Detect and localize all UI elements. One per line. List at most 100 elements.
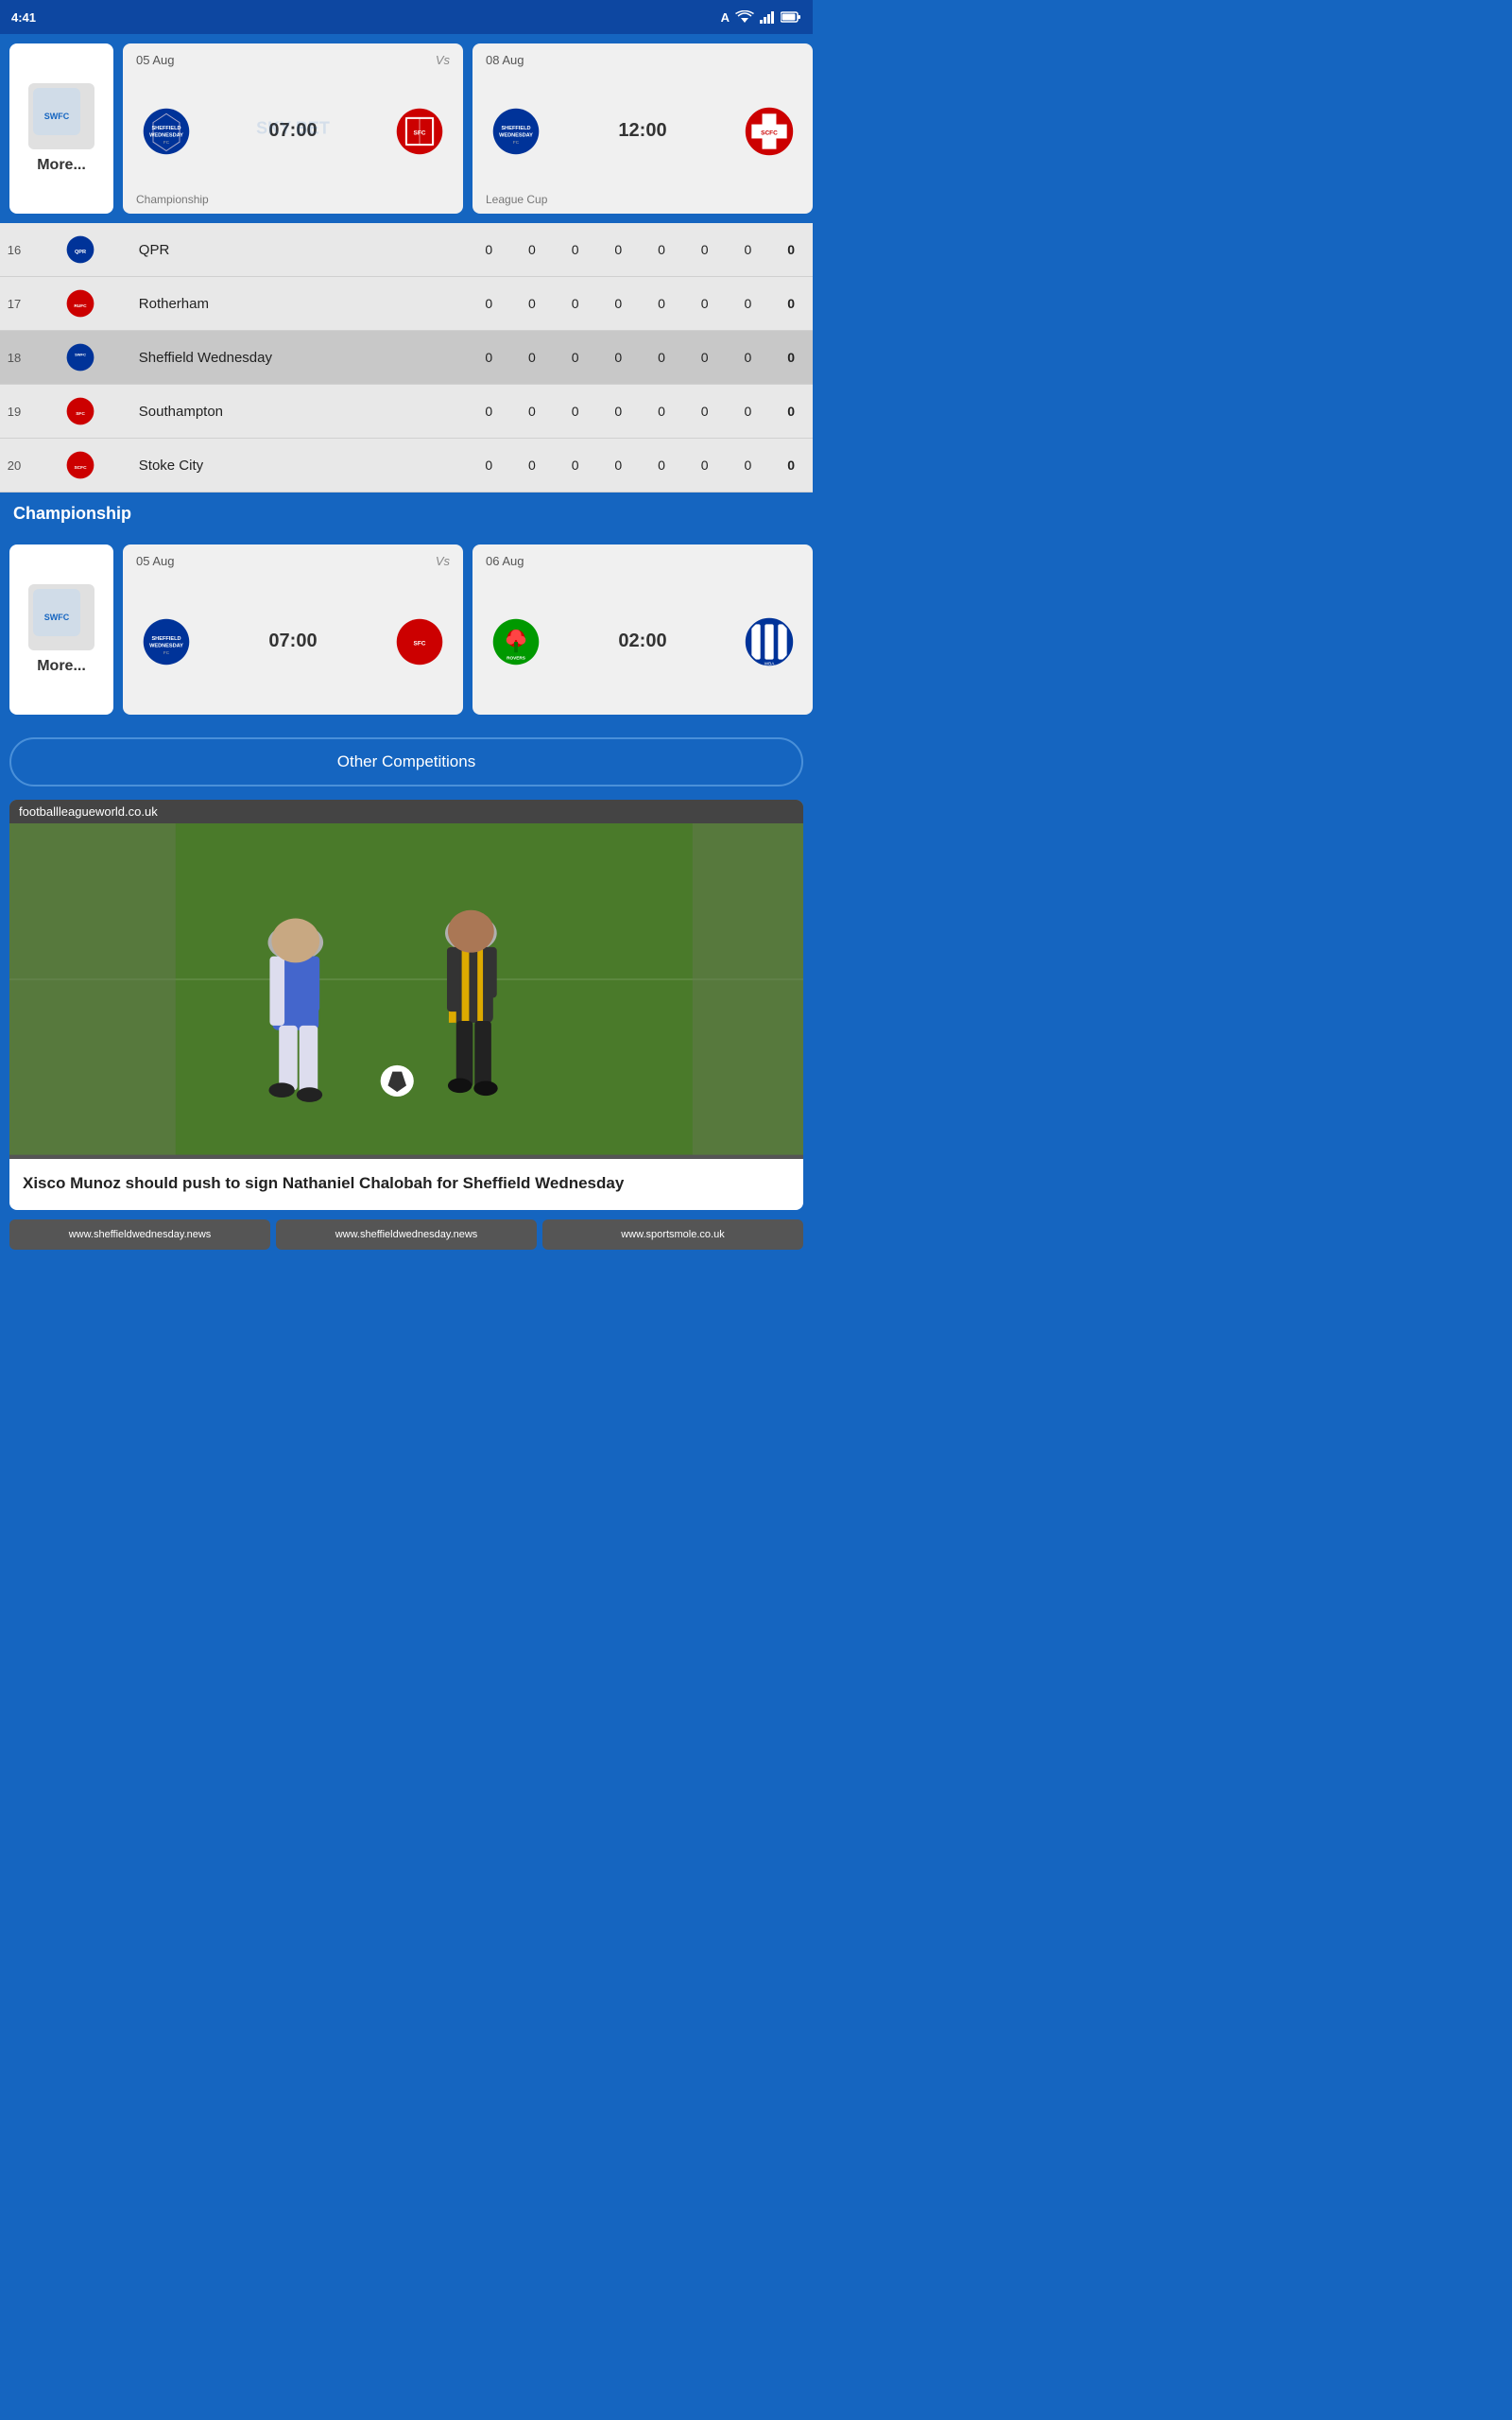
row-col7: 0	[727, 277, 770, 331]
row-col2: 0	[510, 223, 554, 277]
row-points: 0	[769, 277, 813, 331]
row-points: 0	[769, 439, 813, 493]
row-col1: 0	[467, 385, 510, 439]
southampton-badge: SFC	[389, 101, 450, 162]
row-points: 0	[769, 331, 813, 385]
champ-match-1-vs: Vs	[436, 554, 450, 568]
svg-text:FC: FC	[163, 140, 170, 145]
row-col1: 0	[467, 439, 510, 493]
match-1-time: 07:00	[268, 120, 317, 142]
a-icon: A	[721, 10, 730, 25]
bottom-link-1[interactable]: www.sheffieldwednesday.news	[9, 1219, 270, 1250]
sheffield-wednesday-badge-2: SHEFFIELD WEDNESDAY FC	[486, 101, 546, 162]
row-col2: 0	[510, 385, 554, 439]
row-col5: 0	[640, 277, 683, 331]
row-col6: 0	[683, 439, 727, 493]
table-row[interactable]: 18 SWFC Sheffield Wednesday 0 0 0 0 0 0 …	[0, 331, 813, 385]
row-col3: 0	[554, 385, 597, 439]
champ-match-2-date: 06 Aug	[486, 554, 524, 568]
row-rank: 17	[0, 277, 28, 331]
bottom-link-1-url: www.sheffieldwednesday.news	[69, 1229, 212, 1240]
champ-match-card-1[interactable]: 05 Aug Vs SHEFFIELD WEDNESDAY FC 07:00 S…	[123, 544, 463, 715]
svg-text:ROVERS: ROVERS	[507, 655, 525, 660]
news-source-bar: footballleagueworld.co.uk	[9, 800, 803, 823]
row-points: 0	[769, 223, 813, 277]
other-competitions-button[interactable]: Other Competitions	[9, 737, 803, 786]
row-col6: 0	[683, 331, 727, 385]
bottom-link-2[interactable]: www.sheffieldwednesday.news	[276, 1219, 537, 1250]
svg-text:FC: FC	[513, 140, 520, 145]
status-bar: 4:41 A	[0, 0, 813, 34]
row-col3: 0	[554, 439, 597, 493]
row-rank: 19	[0, 385, 28, 439]
match-card-1[interactable]: 05 Aug Vs SKY BET SHEFFIELD WEDNESDAY FC…	[123, 43, 463, 214]
row-col4: 0	[596, 385, 640, 439]
row-team-name: QPR	[133, 223, 468, 277]
match-card-2[interactable]: 08 Aug SHEFFIELD WEDNESDAY FC 12:00	[472, 43, 813, 214]
svg-text:SHEFFIELD: SHEFFIELD	[501, 126, 530, 131]
svg-text:SHEFFIELD: SHEFFIELD	[151, 126, 180, 131]
row-col6: 0	[683, 385, 727, 439]
row-col4: 0	[596, 277, 640, 331]
svg-text:RUFC: RUFC	[75, 303, 88, 309]
league-table: 16 QPR QPR 0 0 0 0 0 0 0 0 17 RUFC Rothe…	[0, 223, 813, 493]
row-col5: 0	[640, 439, 683, 493]
champ-match-1-teams: SHEFFIELD WEDNESDAY FC 07:00 SFC	[136, 576, 450, 707]
champ-match-2-time: 02:00	[618, 631, 666, 652]
match-2-date: 08 Aug	[486, 53, 524, 67]
svg-text:SHEFFIELD: SHEFFIELD	[151, 636, 180, 642]
row-col3: 0	[554, 331, 597, 385]
champ-match-1-header: 05 Aug Vs	[136, 554, 450, 568]
match-2-competition: League Cup	[486, 193, 799, 206]
news-image-svg	[9, 800, 803, 1159]
league-table-section: 16 QPR QPR 0 0 0 0 0 0 0 0 17 RUFC Rothe…	[0, 223, 813, 493]
match-2-time: 12:00	[618, 120, 666, 142]
match-1-vs: Vs	[436, 53, 450, 67]
table-row[interactable]: 17 RUFC Rotherham 0 0 0 0 0 0 0 0	[0, 277, 813, 331]
match-card-2-header: 08 Aug	[486, 53, 799, 67]
row-col4: 0	[596, 439, 640, 493]
table-row[interactable]: 16 QPR QPR 0 0 0 0 0 0 0 0	[0, 223, 813, 277]
wifi-icon	[735, 10, 754, 24]
blackburn-badge: ROVERS	[486, 612, 546, 672]
row-col5: 0	[640, 331, 683, 385]
row-col7: 0	[727, 385, 770, 439]
row-team-name: Rotherham	[133, 277, 468, 331]
row-col1: 0	[467, 223, 510, 277]
battery-icon	[781, 11, 801, 23]
table-row[interactable]: 19 SFC Southampton 0 0 0 0 0 0 0 0	[0, 385, 813, 439]
champ-match-card-2[interactable]: 06 Aug ROVERS 02:00	[472, 544, 813, 715]
more-card-champ[interactable]: SWFC More...	[9, 544, 113, 715]
row-col4: 0	[596, 331, 640, 385]
more-card-top[interactable]: SWFC More...	[9, 43, 113, 214]
row-col7: 0	[727, 439, 770, 493]
news-title: Xisco Munoz should push to sign Nathanie…	[9, 1159, 803, 1210]
match-1-teams: SHEFFIELD WEDNESDAY FC 07:00 SFC	[136, 75, 450, 187]
svg-text:SCFC: SCFC	[75, 465, 88, 471]
svg-text:SWFC: SWFC	[44, 112, 70, 121]
svg-text:WBA: WBA	[765, 661, 776, 666]
svg-text:SWFC: SWFC	[44, 613, 70, 622]
news-card[interactable]: footballleagueworld.co.uk	[9, 800, 803, 1210]
row-badge: RUFC	[28, 277, 133, 331]
champ-southampton-badge: SFC	[389, 612, 450, 672]
table-row[interactable]: 20 SCFC Stoke City 0 0 0 0 0 0 0 0	[0, 439, 813, 493]
svg-text:SFC: SFC	[413, 640, 425, 647]
bottom-link-3[interactable]: www.sportsmole.co.uk	[542, 1219, 803, 1250]
other-comp-label: Other Competitions	[337, 752, 475, 770]
champ-match-1-time: 07:00	[268, 631, 317, 652]
row-col2: 0	[510, 439, 554, 493]
row-badge: SCFC	[28, 439, 133, 493]
row-col2: 0	[510, 277, 554, 331]
row-col3: 0	[554, 277, 597, 331]
row-col1: 0	[467, 277, 510, 331]
row-col5: 0	[640, 223, 683, 277]
bottom-link-2-url: www.sheffieldwednesday.news	[335, 1229, 478, 1240]
championship-section-header: Championship	[0, 493, 813, 535]
bottom-links-row: www.sheffieldwednesday.news www.sheffiel…	[0, 1219, 813, 1259]
champ-match-2-header: 06 Aug	[486, 554, 799, 568]
row-team-name: Stoke City	[133, 439, 468, 493]
row-col7: 0	[727, 331, 770, 385]
match-card-1-header: 05 Aug Vs	[136, 53, 450, 67]
signal-icon	[760, 10, 775, 24]
